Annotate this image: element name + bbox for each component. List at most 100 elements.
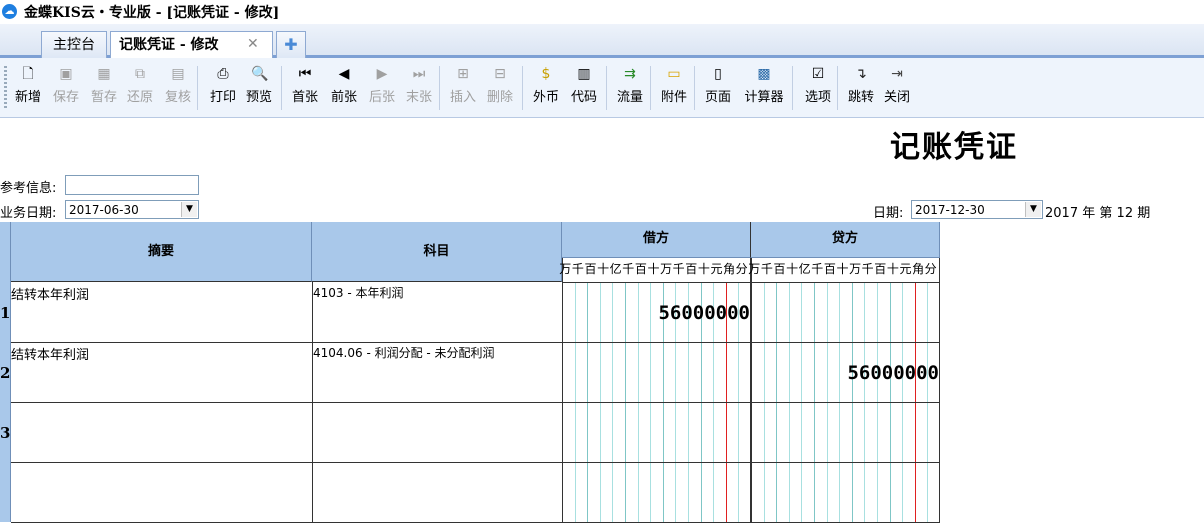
toolbar-button-save[interactable]: ▣ 保存 <box>52 62 80 114</box>
toolbar-separator <box>792 66 793 110</box>
period-year: 2017 <box>1045 206 1079 221</box>
app-logo-icon: ☁ <box>2 4 17 19</box>
toolbar-button-label: 流量 <box>616 90 643 105</box>
toolbar-button-page[interactable]: ▯ 页面 <box>702 62 734 114</box>
summary-cell[interactable] <box>11 404 311 461</box>
period-prefix: 第 <box>1099 206 1113 221</box>
account-cell[interactable] <box>313 404 561 461</box>
voucher-date-picker[interactable]: 2017-12-30 ▼ <box>911 200 1043 219</box>
toolbar-separator <box>694 66 695 110</box>
toolbar-button-label: 前张 <box>330 90 357 105</box>
toolbar-button-label: 页面 <box>704 90 731 105</box>
tab-close-icon[interactable]: ✕ <box>247 36 259 52</box>
credit-digit-header: 分 <box>924 262 937 276</box>
toolbar-button-first[interactable]: ⏮ 首张 <box>289 62 321 114</box>
chevron-down-icon[interactable]: ▼ <box>181 202 197 217</box>
toolbar-button-label: 预览 <box>245 90 272 105</box>
plus-icon: ✚ <box>284 35 298 54</box>
row-divider <box>11 402 940 403</box>
credit-digit-header: 十 <box>836 262 849 276</box>
account-cell[interactable]: 4103 - 本年利润 <box>313 284 561 341</box>
toolbar-button-label: 首张 <box>291 90 318 105</box>
summary-cell[interactable]: 结转本年利润 <box>11 344 311 401</box>
account-cell[interactable] <box>313 464 561 521</box>
preview-icon: 🔍 <box>251 66 269 82</box>
temp-save-icon: ▦ <box>97 66 111 82</box>
toolbar-button-delete-row[interactable]: ⊟ 删除 <box>484 62 516 114</box>
voucher-date-value: 2017-12-30 <box>915 203 985 217</box>
credit-digit-header: 角 <box>912 262 925 276</box>
debit-digit-header: 千 <box>672 262 685 276</box>
currency-icon: $ <box>541 66 551 82</box>
debit-digit-header: 十 <box>697 262 710 276</box>
account-cell[interactable]: 4104.06 - 利润分配 - 未分配利润 <box>313 344 561 401</box>
save-icon: ▣ <box>59 66 73 82</box>
toolbar-separator <box>650 66 651 110</box>
debit-digit-header: 万 <box>559 262 572 276</box>
debit-digit-header: 元 <box>710 262 723 276</box>
toolbar-button-print[interactable]: ⎙ 打印 <box>208 62 238 114</box>
toolbar-button-label: 附件 <box>660 90 687 105</box>
toolbar-button-jump[interactable]: ↴ 跳转 <box>845 62 877 114</box>
toolbar-grip-handle[interactable] <box>4 66 7 110</box>
toolbar-button-insert-row[interactable]: ⊞ 插入 <box>447 62 479 114</box>
row-number: 2 <box>0 364 11 382</box>
toolbar-button-new-doc[interactable]: 🗋 新增 <box>12 62 44 114</box>
toolbar-button-next[interactable]: ▶ 后张 <box>366 62 398 114</box>
cashflow-icon: ⇉ <box>624 66 636 82</box>
column-divider <box>750 258 752 522</box>
credit-digit-header: 百 <box>823 262 836 276</box>
toolbar-button-options[interactable]: ☑ 选项 <box>800 62 836 114</box>
toolbar-button-restore[interactable]: ⧉ 还原 <box>124 62 156 114</box>
toolbar-button-attachment[interactable]: ▭ 附件 <box>656 62 692 114</box>
period-display: 2017 年 第 12 期 <box>1045 202 1150 221</box>
period-number: 12 <box>1116 206 1134 221</box>
toolbar-button-label: 还原 <box>126 90 153 105</box>
toolbar-button-label: 新增 <box>14 90 41 105</box>
debit-digit-header: 角 <box>723 262 736 276</box>
business-date-picker[interactable]: 2017-06-30 ▼ <box>65 200 199 219</box>
debit-digit-header: 百 <box>685 262 698 276</box>
toolbar-button-temp-save[interactable]: ▦ 暂存 <box>88 62 120 114</box>
toolbar-button-label: 暂存 <box>90 90 117 105</box>
credit-digit-header: 万 <box>849 262 862 276</box>
debit-amount-cell[interactable]: 56000000 <box>563 302 750 324</box>
toolbar-button-code[interactable]: ▥ 代码 <box>568 62 600 114</box>
column-divider <box>939 258 940 522</box>
credit-digit-header: 千 <box>760 262 773 276</box>
reference-info-input[interactable] <box>65 175 199 195</box>
credit-digit-header: 百 <box>874 262 887 276</box>
tab-voucher-label: 记账凭证 - 修改 <box>119 37 219 53</box>
toolbar-separator <box>837 66 838 110</box>
toolbar-button-prev[interactable]: ◀ 前张 <box>326 62 362 114</box>
summary-cell[interactable] <box>11 464 311 521</box>
toolbar-button-calculator[interactable]: ▩ 计算器 <box>740 62 788 114</box>
toolbar-button-review[interactable]: ▤ 复核 <box>162 62 194 114</box>
jump-icon: ↴ <box>855 66 867 82</box>
credit-digit-header: 十 <box>886 262 899 276</box>
column-header-summary: 摘要 <box>11 222 312 282</box>
toolbar-button-label: 末张 <box>405 90 432 105</box>
toolbar-button-label: 选项 <box>804 90 831 105</box>
toolbar-button-close-door[interactable]: ⇥ 关闭 <box>880 62 914 114</box>
debit-digit-header: 分 <box>735 262 748 276</box>
toolbar-button-cashflow[interactable]: ⇉ 流量 <box>612 62 648 114</box>
credit-digit-header: 千 <box>811 262 824 276</box>
debit-digit-header: 千 <box>571 262 584 276</box>
credit-amount-cell[interactable]: 56000000 <box>752 362 939 384</box>
credit-digit-header: 亿 <box>798 262 811 276</box>
toolbar-button-currency[interactable]: $ 外币 <box>530 62 562 114</box>
window-title: 金蝶KIS云・专业版 - [记账凭证 - 修改] <box>24 5 280 21</box>
last-icon: ⏭ <box>412 66 426 82</box>
add-tab-button[interactable]: ✚ <box>276 31 306 59</box>
toolbar-button-label: 跳转 <box>847 90 874 105</box>
debit-digit-header: 亿 <box>609 262 622 276</box>
toolbar-button-label: 外币 <box>532 90 559 105</box>
tab-console[interactable]: 主控台 <box>41 31 107 59</box>
chevron-down-icon[interactable]: ▼ <box>1025 202 1041 217</box>
toolbar-button-label: 计算器 <box>744 90 784 105</box>
summary-cell[interactable]: 结转本年利润 <box>11 284 311 341</box>
toolbar-button-last[interactable]: ⏭ 末张 <box>403 62 435 114</box>
debit-digit-header: 万 <box>660 262 673 276</box>
toolbar-button-preview[interactable]: 🔍 预览 <box>244 62 274 114</box>
